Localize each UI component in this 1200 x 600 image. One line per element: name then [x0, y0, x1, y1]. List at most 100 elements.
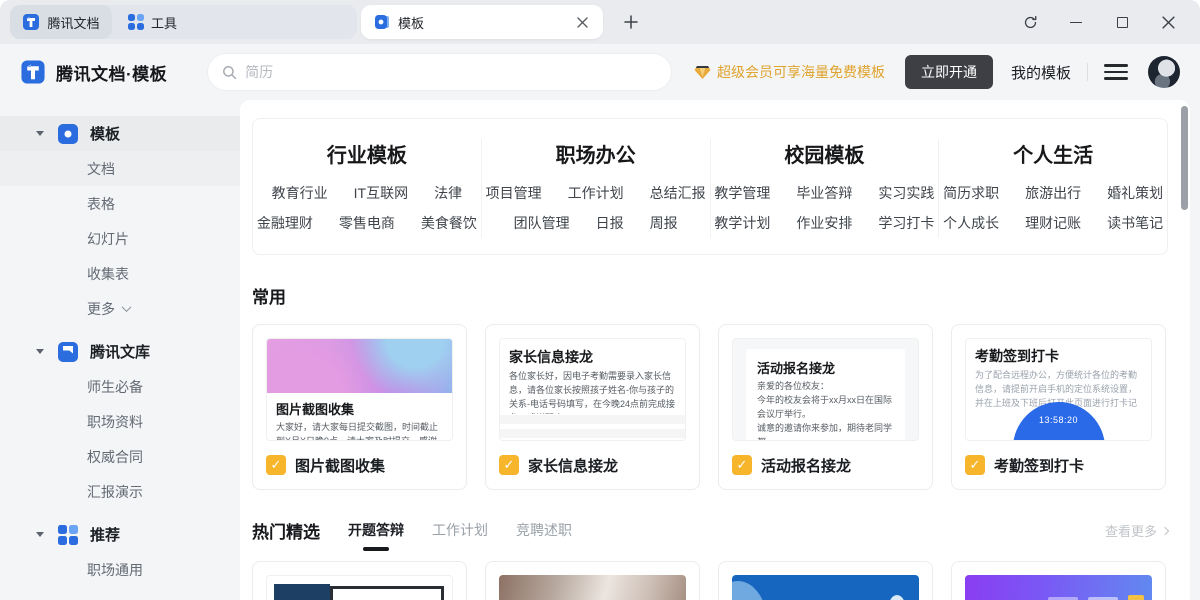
sidebar-group-library[interactable]: 腾讯文库 [0, 334, 240, 369]
category-link[interactable]: 项目管理 [486, 178, 542, 208]
category-link[interactable]: 教学管理 [714, 178, 770, 208]
category-link[interactable]: 美食餐饮 [421, 208, 477, 238]
sidebar: 模板 文档 表格 幻灯片 收集表 更多 腾讯文库 师生必备 职场资料 权威合同 … [0, 100, 240, 600]
category-office: 职场办公 项目管理 工作计划 总结汇报 团队管理 日报 周报 [481, 139, 710, 238]
search-box[interactable] [207, 53, 672, 91]
category-link[interactable]: 实习实践 [878, 178, 934, 208]
sidebar-item-docs[interactable]: 文档 [0, 151, 240, 186]
sidebar-item-forms[interactable]: 收集表 [0, 256, 240, 291]
tab-label: 模板 [398, 13, 424, 32]
vip-promo-link[interactable]: 超级会员可享海量免费模板 [694, 62, 885, 82]
category-link[interactable]: 旅游出行 [1025, 178, 1081, 208]
template-thumbnail [732, 575, 919, 600]
search-input[interactable] [245, 64, 657, 80]
preview-title: 考勤签到打卡 [975, 346, 1142, 366]
vip-promo-text: 超级会员可享海量免费模板 [717, 62, 885, 82]
hot-tab-workplan[interactable]: 工作计划 [432, 520, 488, 542]
sidebar-item-teachers[interactable]: 师生必备 [0, 369, 240, 404]
category-link[interactable]: 毕业答辩 [796, 178, 852, 208]
hot-template-card[interactable] [252, 561, 467, 600]
category-title: 校园模板 [711, 139, 939, 168]
menu-icon[interactable] [1104, 60, 1128, 84]
refresh-button[interactable] [1022, 14, 1038, 30]
sidebar-item-workplace-docs[interactable]: 职场资料 [0, 404, 240, 439]
category-link[interactable]: 理财记账 [1025, 208, 1081, 238]
sidebar-item-sheets[interactable]: 表格 [0, 186, 240, 221]
templates-icon [58, 124, 78, 144]
category-link[interactable]: 学习打卡 [878, 208, 934, 238]
sidebar-group-recommended[interactable]: 推荐 [0, 517, 240, 552]
maximize-button[interactable] [1114, 14, 1130, 30]
template-card-screenshot-collect[interactable]: 图片截图收集 大家好，请大家每日提交截图，时间截止到X月X日晚9点，请大家及时提… [252, 324, 467, 490]
category-link[interactable]: 总结汇报 [650, 178, 706, 208]
my-templates-link[interactable]: 我的模板 [1011, 62, 1071, 83]
sidebar-item-more[interactable]: 更多 [0, 291, 240, 326]
sidebar-item-label: 汇报演示 [87, 482, 143, 502]
category-link[interactable]: 教育行业 [272, 178, 328, 208]
tab-tools[interactable]: 工具 [112, 13, 357, 32]
category-link[interactable]: 团队管理 [514, 208, 570, 238]
category-link[interactable]: 日报 [596, 208, 624, 238]
thumbnail-cover-image [267, 339, 452, 393]
chevron-down-icon [122, 302, 132, 312]
category-link[interactable]: 读书笔记 [1107, 208, 1163, 238]
page-title: 腾讯文档·模板 [56, 60, 167, 85]
template-doc-icon [373, 13, 391, 31]
sidebar-item-label: 职场通用 [87, 560, 143, 580]
sidebar-item-label: 权威合同 [87, 447, 143, 467]
collapse-triangle-icon [36, 131, 44, 136]
template-name: 活动报名接龙 [761, 455, 851, 476]
category-link[interactable]: 金融理财 [257, 208, 313, 238]
new-tab-button[interactable] [619, 10, 643, 34]
avatar[interactable] [1148, 56, 1180, 88]
preview-text: 大家好，请大家每日提交截图，时间截止到X月X日晚9点，请大家及时提交，感谢配合~ [276, 421, 443, 441]
hot-tab-defense[interactable]: 开题答辩 [348, 520, 404, 542]
category-link[interactable]: 法律 [434, 178, 462, 208]
see-more-link[interactable]: 查看更多 [1105, 521, 1168, 540]
sidebar-item-label: 收集表 [87, 264, 129, 284]
diamond-icon [694, 65, 711, 80]
category-link[interactable]: 教学计划 [714, 208, 770, 238]
tab-tencent-docs[interactable]: 腾讯文档 [10, 5, 112, 39]
plus-icon [624, 15, 638, 29]
template-thumbnail [965, 575, 1152, 600]
tab-group: 腾讯文档 工具 [10, 5, 357, 39]
template-card-event-signup[interactable]: 活动报名接龙 亲爱的各位校友： 今年的校友会将于xx月xx日在国际会议厅举行。 … [718, 324, 933, 490]
template-card-parent-info[interactable]: 家长信息接龙 各位家长好，因电子考勤需要录入家长信息，请各位家长按照孩子姓名-你… [485, 324, 700, 490]
hot-template-card[interactable] [485, 561, 700, 600]
template-card-attendance[interactable]: 考勤签到打卡 为了配合远程办公，方便统计各位的考勤信息，请提前开启手机的定位系统… [951, 324, 1166, 490]
tab-label: 腾讯文档 [47, 13, 99, 32]
recommended-grid-icon [58, 525, 78, 545]
category-link[interactable]: 零售电商 [339, 208, 395, 238]
see-more-label: 查看更多 [1105, 521, 1157, 540]
hot-template-card[interactable] [718, 561, 933, 600]
minimize-button[interactable] [1068, 14, 1084, 30]
sidebar-item-presentations[interactable]: 汇报演示 [0, 474, 240, 509]
sidebar-item-workplace-general[interactable]: 职场通用 [0, 552, 240, 587]
tab-close-icon[interactable] [573, 13, 591, 31]
thumbnail-shape [330, 586, 444, 600]
hot-tab-competition[interactable]: 竞聘述职 [516, 520, 572, 542]
category-industry: 行业模板 教育行业 IT互联网 法律 金融理财 零售电商 美食餐饮 [253, 139, 481, 238]
category-link[interactable]: 工作计划 [568, 178, 624, 208]
page-header: 腾讯文档·模板 超级会员可享海量免费模板 立即开通 我的模板 [0, 44, 1200, 100]
sidebar-item-contracts[interactable]: 权威合同 [0, 439, 240, 474]
close-window-button[interactable] [1160, 14, 1176, 30]
hot-template-card[interactable] [951, 561, 1166, 600]
category-link[interactable]: 周报 [650, 208, 678, 238]
sidebar-item-label: 师生必备 [87, 377, 143, 397]
template-thumbnail: 考勤签到打卡 为了配合远程办公，方便统计各位的考勤信息，请提前开启手机的定位系统… [965, 338, 1152, 441]
close-icon [1162, 16, 1175, 29]
category-link[interactable]: 简历求职 [943, 178, 999, 208]
sidebar-group-templates[interactable]: 模板 [0, 116, 240, 151]
scrollbar[interactable] [1181, 106, 1188, 210]
category-link[interactable]: 婚礼策划 [1107, 178, 1163, 208]
category-link[interactable]: IT互联网 [354, 178, 408, 208]
tab-templates-active[interactable]: 模板 [361, 5, 603, 39]
category-link[interactable]: 作业安排 [796, 208, 852, 238]
chevron-right-icon [1161, 526, 1169, 534]
category-link[interactable]: 个人成长 [943, 208, 999, 238]
upgrade-button[interactable]: 立即开通 [905, 55, 993, 89]
sidebar-item-label: 幻灯片 [87, 229, 129, 249]
sidebar-item-slides[interactable]: 幻灯片 [0, 221, 240, 256]
